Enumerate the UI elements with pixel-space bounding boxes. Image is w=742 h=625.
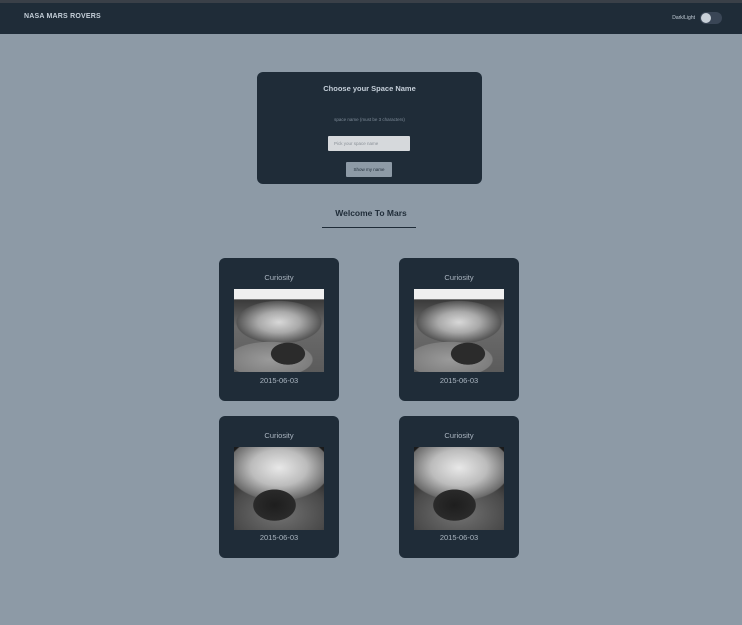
rover-card: Curiosity 2015-06-03 — [399, 416, 519, 558]
navbar: NASA MARS ROVERS Dark/Light — [0, 3, 742, 34]
rover-photo-date: 2015-06-03 — [439, 376, 479, 385]
welcome-heading: Welcome To Mars — [335, 208, 407, 218]
space-name-title: Choose your Space Name — [323, 84, 416, 93]
rover-name: Curiosity — [264, 431, 294, 440]
space-name-input[interactable] — [328, 136, 410, 151]
welcome-divider — [322, 227, 416, 228]
rover-photo — [414, 289, 504, 372]
toggle-knob — [701, 13, 711, 23]
rover-name: Curiosity — [444, 431, 474, 440]
rover-card: Curiosity 2015-06-03 — [219, 258, 339, 401]
space-name-card: Choose your Space Name space name (must … — [257, 72, 482, 184]
show-name-button[interactable]: Show my name — [346, 162, 392, 177]
rover-card: Curiosity 2015-06-03 — [399, 258, 519, 401]
rover-photo-date: 2015-06-03 — [439, 533, 479, 542]
rover-photo — [234, 447, 324, 530]
rover-photo — [414, 447, 504, 530]
rover-name: Curiosity — [444, 273, 474, 282]
rover-photo-date: 2015-06-03 — [259, 376, 299, 385]
brand-title: NASA MARS ROVERS — [24, 13, 101, 20]
rover-photo — [234, 289, 324, 372]
rover-card: Curiosity 2015-06-03 — [219, 416, 339, 558]
theme-toggle-group: Dark/Light — [672, 12, 722, 24]
theme-toggle-label: Dark/Light — [672, 15, 695, 21]
rover-name: Curiosity — [264, 273, 294, 282]
theme-toggle-switch[interactable] — [700, 12, 722, 24]
space-name-hint: space name (must be 3 characters) — [334, 117, 405, 122]
rover-photo-date: 2015-06-03 — [259, 533, 299, 542]
